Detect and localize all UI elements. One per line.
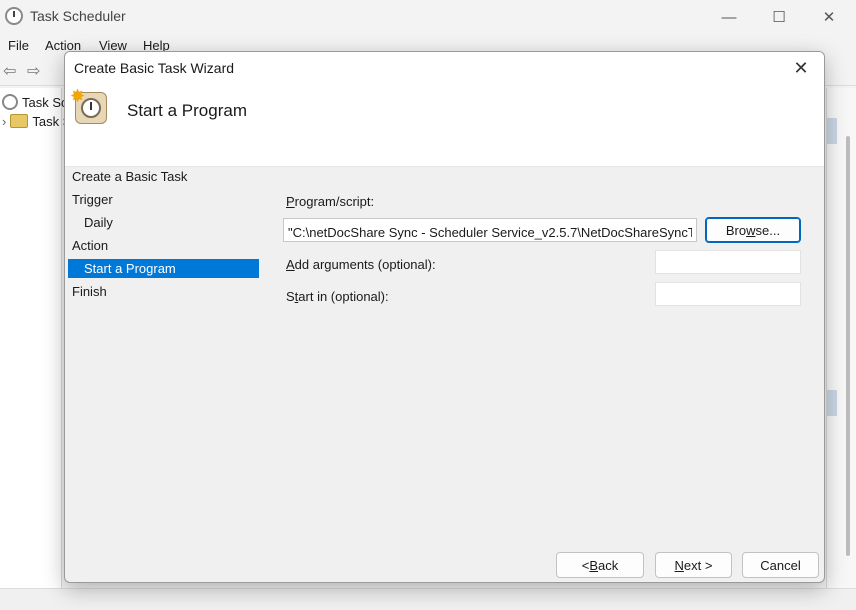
wizard-header: ✸ Start a Program — [65, 84, 824, 167]
tree-item-label: Task Scheduler Library — [32, 114, 64, 129]
add-arguments-input[interactable] — [655, 250, 801, 274]
forward-arrow-icon[interactable]: ⇨ — [27, 64, 45, 80]
add-arguments-label: Add arguments (optional): — [286, 257, 436, 272]
status-bar — [0, 588, 856, 610]
start-in-input[interactable] — [655, 282, 801, 306]
window-title: Task Scheduler — [30, 8, 126, 24]
close-icon[interactable]: ✕ — [786, 56, 816, 80]
task-scheduler-clock-icon — [5, 7, 23, 25]
menu-file[interactable]: File — [8, 38, 29, 53]
scheduled-task-clock-icon: ✸ — [70, 87, 107, 124]
next-button[interactable]: Next > — [655, 552, 732, 578]
step-create-basic-task[interactable]: Create a Basic Task — [68, 167, 259, 186]
step-action[interactable]: Action — [68, 236, 259, 255]
tree-item-label: Task Scheduler (Local) — [22, 95, 64, 110]
cancel-button[interactable]: Cancel — [742, 552, 819, 578]
step-daily[interactable]: Daily — [68, 213, 259, 232]
back-arrow-icon[interactable]: ⇦ — [3, 64, 21, 80]
step-start-a-program[interactable]: Start a Program — [68, 259, 259, 278]
create-basic-task-wizard: Create Basic Task Wizard ✕ ✸ Start a Pro… — [64, 51, 825, 583]
folder-icon — [10, 114, 29, 128]
program-script-input[interactable] — [283, 218, 697, 242]
actions-pane — [826, 88, 856, 588]
dialog-title-bar: Create Basic Task Wizard ✕ — [65, 52, 824, 84]
tree-item-root[interactable]: Task Scheduler (Local) — [2, 94, 64, 110]
chevron-right-icon[interactable]: › — [2, 114, 6, 129]
console-tree: Task Scheduler (Local) › Task Scheduler L… — [0, 88, 64, 588]
clock-icon — [2, 94, 18, 110]
actions-header — [827, 390, 837, 416]
step-trigger[interactable]: Trigger — [68, 190, 259, 209]
minimize-button[interactable]: — — [706, 4, 752, 30]
wizard-steps: Create a Basic Task Trigger Daily Action… — [65, 167, 265, 467]
step-finish[interactable]: Finish — [68, 282, 259, 301]
actions-header — [827, 118, 837, 144]
maximize-button[interactable]: ☐ — [756, 4, 802, 30]
title-bar: Task Scheduler — ☐ ✕ — [0, 0, 856, 34]
close-window-button[interactable]: ✕ — [806, 4, 852, 30]
program-script-label: Program/script: — [286, 194, 375, 209]
back-button[interactable]: < Back — [556, 552, 644, 578]
page-title: Start a Program — [127, 101, 247, 120]
tree-item-library[interactable]: › Task Scheduler Library — [2, 114, 64, 129]
scrollbar[interactable] — [846, 136, 850, 556]
start-in-label: Start in (optional): — [286, 289, 389, 304]
dialog-title: Create Basic Task Wizard — [74, 60, 235, 76]
browse-button[interactable]: Bro w se... — [705, 217, 801, 243]
